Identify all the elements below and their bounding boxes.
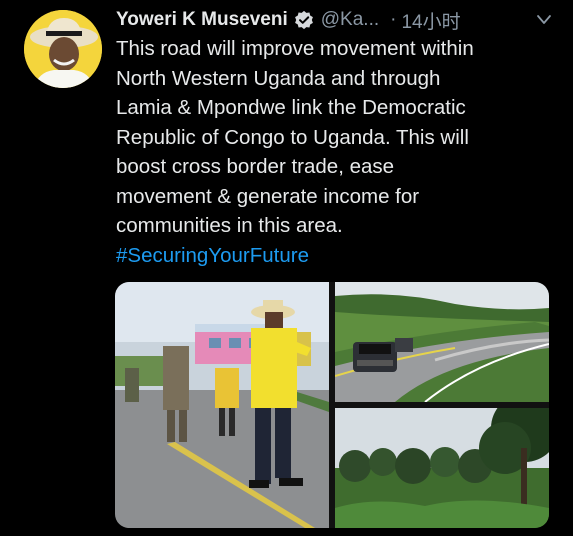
- display-name[interactable]: Yoweri K Museveni: [116, 9, 288, 31]
- tweet-text-line: movement & generate income for: [116, 184, 420, 208]
- tweet-text-line: boost cross border trade, ease: [116, 155, 395, 178]
- tweet-text-line: North Western Uganda and through: [116, 66, 441, 90]
- photo-people-walking[interactable]: [115, 282, 329, 528]
- avatar[interactable]: [24, 10, 102, 88]
- tweet-text-line: Lamia & Mpondwe link the Democratic: [116, 96, 466, 119]
- avatar-image: [24, 10, 102, 88]
- tweet-text-line: Republic of Congo to Uganda. This will: [116, 125, 469, 149]
- photo-road-car[interactable]: [335, 282, 549, 402]
- hashtag-link[interactable]: #SecuringYourFuture: [116, 241, 566, 271]
- verified-badge-icon: [294, 10, 313, 30]
- photo-image: [335, 282, 549, 402]
- media-grid: [115, 282, 549, 528]
- photo-image: [335, 408, 549, 528]
- user-handle[interactable]: @Ka...: [321, 9, 379, 31]
- timestamp[interactable]: 14小时: [401, 7, 460, 34]
- tweet-text-line: This road will improve movement within: [116, 37, 474, 60]
- tweet-header: Yoweri K Museveni @Ka... · 14小时: [116, 7, 556, 34]
- tweet-text-line: communities in this area.: [116, 214, 343, 237]
- tweet-text: This road will improve movement within N…: [116, 34, 566, 270]
- separator-dot: ·: [390, 9, 397, 30]
- chevron-down-icon[interactable]: [536, 14, 552, 26]
- tweet-card[interactable]: Yoweri K Museveni @Ka... · 14小时 This roa…: [0, 0, 573, 536]
- photo-trees[interactable]: [335, 408, 549, 528]
- photo-image: [115, 282, 329, 528]
